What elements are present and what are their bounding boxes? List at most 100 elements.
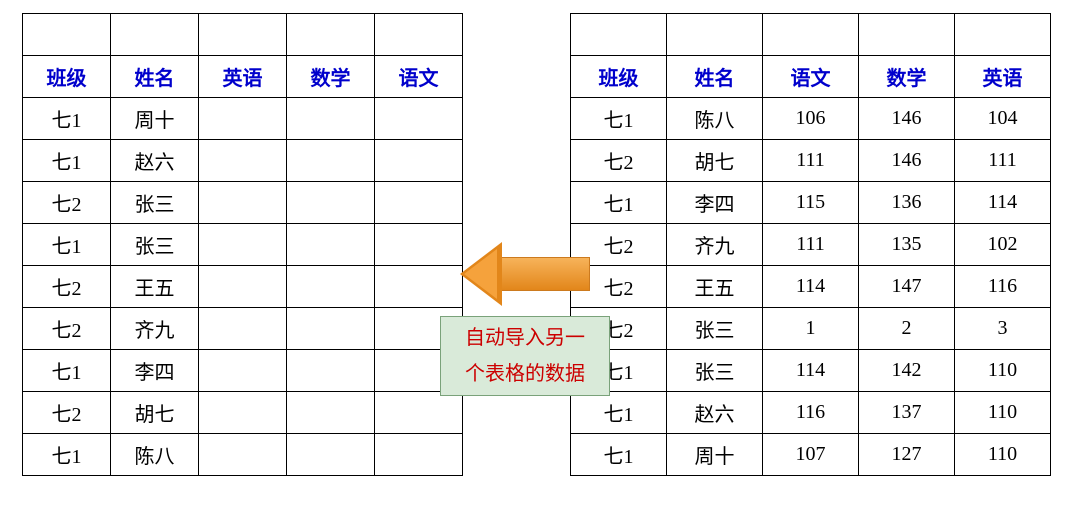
table-spacer-row bbox=[23, 14, 463, 56]
cell-name: 陈八 bbox=[111, 434, 199, 476]
cell-name: 胡七 bbox=[667, 140, 763, 182]
cell-class: 七2 bbox=[571, 140, 667, 182]
table-row: 七2 王五 bbox=[23, 266, 463, 308]
cell-math bbox=[287, 350, 375, 392]
cell-chinese: 114 bbox=[763, 266, 859, 308]
cell-chinese: 1 bbox=[763, 308, 859, 350]
cell-class: 七1 bbox=[571, 182, 667, 224]
cell-english bbox=[199, 98, 287, 140]
cell-english bbox=[199, 224, 287, 266]
cell-english bbox=[199, 434, 287, 476]
table-row: 七1 赵六 116 137 110 bbox=[571, 392, 1051, 434]
cell-chinese bbox=[375, 392, 463, 434]
cell-name: 胡七 bbox=[111, 392, 199, 434]
cell-english: 3 bbox=[955, 308, 1051, 350]
cell-english: 114 bbox=[955, 182, 1051, 224]
cell-name: 李四 bbox=[667, 182, 763, 224]
cell-english bbox=[199, 350, 287, 392]
left-table: 班级 姓名 英语 数学 语文 七1 周十 七1 赵六 七2 张三 七1 张三 七… bbox=[22, 13, 463, 476]
cell-class: 七1 bbox=[23, 224, 111, 266]
cell-math: 135 bbox=[859, 224, 955, 266]
cell-english bbox=[199, 140, 287, 182]
table-row: 七1 周十 107 127 110 bbox=[571, 434, 1051, 476]
blank-cell bbox=[571, 14, 667, 56]
cell-name: 赵六 bbox=[111, 140, 199, 182]
cell-math bbox=[287, 308, 375, 350]
table-row: 七1 张三 bbox=[23, 224, 463, 266]
blank-cell bbox=[955, 14, 1051, 56]
cell-class: 七1 bbox=[571, 98, 667, 140]
table-row: 七2 胡七 111 146 111 bbox=[571, 140, 1051, 182]
cell-math: 136 bbox=[859, 182, 955, 224]
cell-english: 110 bbox=[955, 434, 1051, 476]
cell-name: 王五 bbox=[111, 266, 199, 308]
cell-class: 七2 bbox=[23, 392, 111, 434]
cell-name: 王五 bbox=[667, 266, 763, 308]
cell-name: 李四 bbox=[111, 350, 199, 392]
cell-math bbox=[287, 224, 375, 266]
cell-class: 七1 bbox=[23, 434, 111, 476]
cell-math bbox=[287, 434, 375, 476]
blank-cell bbox=[667, 14, 763, 56]
cell-class: 七1 bbox=[23, 140, 111, 182]
cell-name: 陈八 bbox=[667, 98, 763, 140]
cell-english: 111 bbox=[955, 140, 1051, 182]
cell-chinese bbox=[375, 434, 463, 476]
table-row: 七1 周十 bbox=[23, 98, 463, 140]
cell-name: 张三 bbox=[111, 224, 199, 266]
cell-chinese bbox=[375, 182, 463, 224]
callout-line2: 个表格的数据 bbox=[465, 356, 585, 392]
cell-name: 周十 bbox=[111, 98, 199, 140]
cell-english: 110 bbox=[955, 392, 1051, 434]
table-row: 七1 赵六 bbox=[23, 140, 463, 182]
col-math: 数学 bbox=[859, 56, 955, 98]
cell-chinese bbox=[375, 266, 463, 308]
cell-english bbox=[199, 182, 287, 224]
cell-math: 2 bbox=[859, 308, 955, 350]
cell-name: 张三 bbox=[667, 350, 763, 392]
blank-cell bbox=[111, 14, 199, 56]
cell-math bbox=[287, 98, 375, 140]
blank-cell bbox=[23, 14, 111, 56]
cell-chinese: 115 bbox=[763, 182, 859, 224]
cell-class: 七1 bbox=[23, 350, 111, 392]
table-row: 七2 张三 1 2 3 bbox=[571, 308, 1051, 350]
callout-line1: 自动导入另一 bbox=[465, 320, 585, 356]
cell-english: 102 bbox=[955, 224, 1051, 266]
cell-chinese: 111 bbox=[763, 140, 859, 182]
cell-math: 127 bbox=[859, 434, 955, 476]
cell-name: 齐九 bbox=[667, 224, 763, 266]
arrow-left-icon bbox=[460, 242, 590, 307]
cell-class: 七1 bbox=[571, 392, 667, 434]
table-header-row: 班级 姓名 语文 数学 英语 bbox=[571, 56, 1051, 98]
blank-cell bbox=[375, 14, 463, 56]
blank-cell bbox=[199, 14, 287, 56]
col-class: 班级 bbox=[23, 56, 111, 98]
table-header-row: 班级 姓名 英语 数学 语文 bbox=[23, 56, 463, 98]
table-row: 七1 李四 bbox=[23, 350, 463, 392]
callout-box: 自动导入另一 个表格的数据 bbox=[440, 316, 610, 396]
cell-english bbox=[199, 266, 287, 308]
table-row: 七2 王五 114 147 116 bbox=[571, 266, 1051, 308]
cell-math: 147 bbox=[859, 266, 955, 308]
cell-name: 赵六 bbox=[667, 392, 763, 434]
cell-chinese: 114 bbox=[763, 350, 859, 392]
cell-chinese: 106 bbox=[763, 98, 859, 140]
blank-cell bbox=[763, 14, 859, 56]
cell-english bbox=[199, 308, 287, 350]
col-chinese: 语文 bbox=[375, 56, 463, 98]
table-row: 七1 张三 114 142 110 bbox=[571, 350, 1051, 392]
cell-chinese bbox=[375, 98, 463, 140]
cell-name: 张三 bbox=[667, 308, 763, 350]
cell-english: 110 bbox=[955, 350, 1051, 392]
cell-class: 七2 bbox=[23, 182, 111, 224]
cell-math: 142 bbox=[859, 350, 955, 392]
table-row: 七1 李四 115 136 114 bbox=[571, 182, 1051, 224]
table-row: 七2 齐九 111 135 102 bbox=[571, 224, 1051, 266]
blank-cell bbox=[859, 14, 955, 56]
cell-math bbox=[287, 140, 375, 182]
table-row: 七2 齐九 bbox=[23, 308, 463, 350]
cell-chinese: 111 bbox=[763, 224, 859, 266]
cell-class: 七2 bbox=[23, 266, 111, 308]
cell-chinese bbox=[375, 140, 463, 182]
